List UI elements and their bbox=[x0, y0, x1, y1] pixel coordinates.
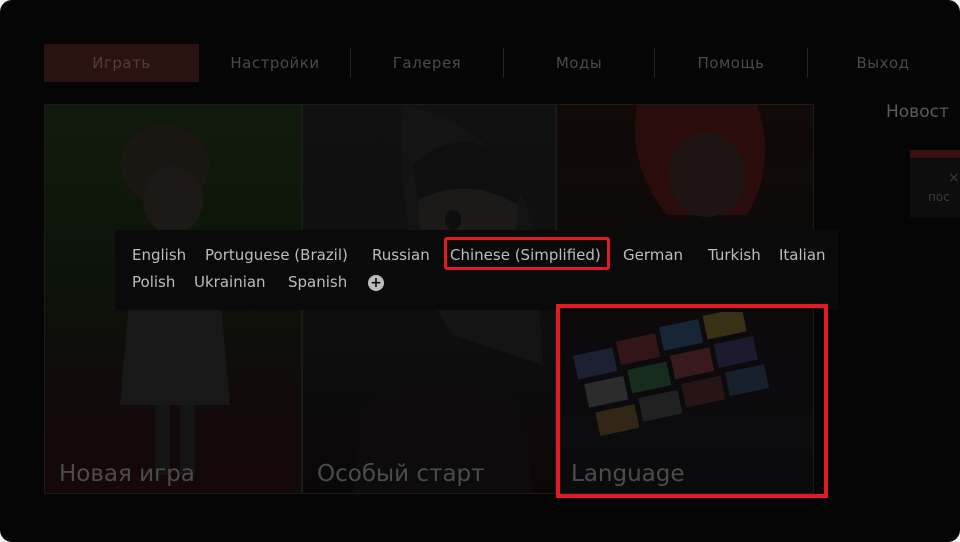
language-option-german[interactable]: German bbox=[623, 246, 683, 264]
chinese-highlight-box bbox=[444, 237, 610, 270]
language-option-italian[interactable]: Italian bbox=[779, 246, 826, 264]
news-snippet: пос bbox=[928, 190, 950, 204]
tab-mods[interactable]: Моды bbox=[504, 44, 654, 82]
tab-settings[interactable]: Настройки bbox=[199, 44, 351, 82]
language-option-spanish[interactable]: Spanish bbox=[288, 273, 347, 291]
language-option-polish[interactable]: Polish bbox=[132, 273, 175, 291]
language-option-portuguese-brazil[interactable]: Portuguese (Brazil) bbox=[205, 246, 348, 264]
tab-gallery[interactable]: Галерея bbox=[351, 44, 503, 82]
language-option-ukrainian[interactable]: Ukrainian bbox=[194, 273, 266, 291]
language-option-russian[interactable]: Russian bbox=[372, 246, 430, 264]
tab-play[interactable]: Играть bbox=[44, 44, 199, 82]
language-option-english[interactable]: English bbox=[132, 246, 186, 264]
language-option-turkish[interactable]: Turkish bbox=[708, 246, 761, 264]
card-title: Особый старт bbox=[317, 461, 485, 487]
news-close-icon[interactable]: × bbox=[948, 170, 960, 186]
tab-exit[interactable]: Выход bbox=[808, 44, 958, 82]
game-main-menu: Играть Настройки Галерея Моды Помощь Вых… bbox=[0, 0, 960, 542]
news-title: Новост bbox=[886, 102, 949, 122]
news-header-bar bbox=[910, 150, 960, 158]
tab-help[interactable]: Помощь bbox=[655, 44, 807, 82]
main-nav: Играть Настройки Галерея Моды Помощь Вых… bbox=[44, 44, 960, 82]
card-title: Новая игра bbox=[59, 461, 195, 487]
news-panel bbox=[910, 158, 960, 218]
language-card-highlight-box bbox=[556, 304, 828, 498]
plus-circle-icon[interactable]: + bbox=[368, 275, 384, 291]
